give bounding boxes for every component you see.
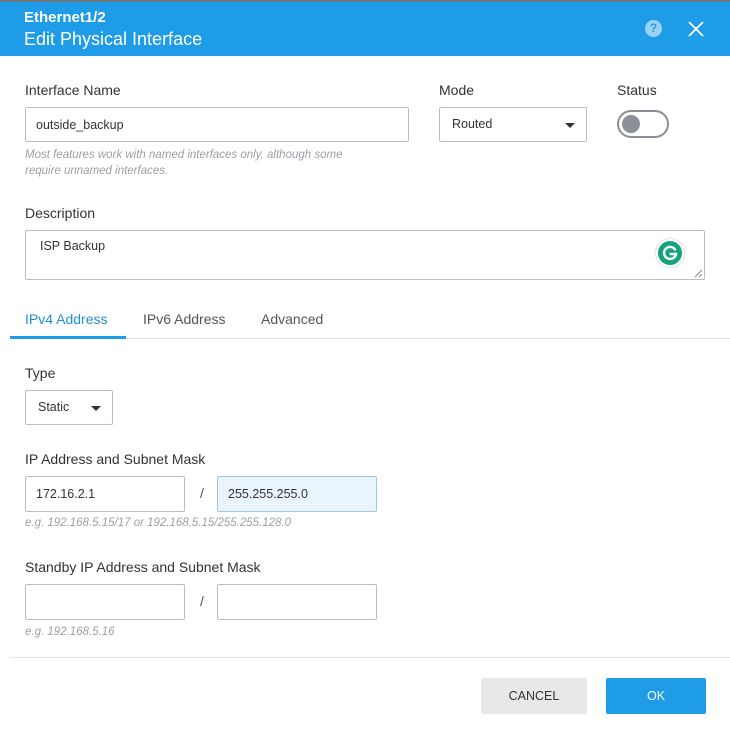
ok-button[interactable]: OK	[606, 678, 706, 714]
footer-divider	[10, 657, 730, 658]
subnet-mask-input[interactable]	[217, 476, 377, 512]
description-value: ISP Backup	[40, 239, 106, 253]
interface-name-hint-line1: Most features work with named interfaces…	[25, 149, 343, 161]
top-strip	[0, 0, 730, 2]
interface-name-hint-line2: require unnamed interfaces.	[25, 165, 169, 177]
interface-name-label: Interface Name	[25, 82, 121, 98]
chevron-down-icon	[565, 122, 575, 128]
close-icon[interactable]	[686, 19, 706, 39]
cancel-button[interactable]: CANCEL	[481, 678, 587, 714]
type-select[interactable]: Static	[25, 390, 113, 425]
standby-ip-hint: e.g. 192.168.5.16	[25, 626, 115, 638]
toggle-knob	[622, 115, 640, 133]
tab-advanced[interactable]: Advanced	[261, 311, 323, 327]
dialog-header: Ethernet1/2 Edit Physical Interface ?	[0, 0, 730, 56]
standby-separator: /	[200, 593, 204, 609]
tab-ipv6-address[interactable]: IPv6 Address	[143, 311, 226, 327]
ip-address-label: IP Address and Subnet Mask	[25, 451, 206, 467]
standby-mask-input[interactable]	[217, 584, 377, 620]
description-textarea[interactable]: ISP Backup	[25, 230, 705, 280]
tab-ipv4-address[interactable]: IPv4 Address	[25, 311, 108, 327]
description-label: Description	[25, 205, 96, 221]
standby-ip-label: Standby IP Address and Subnet Mask	[25, 559, 261, 575]
status-toggle[interactable]	[617, 110, 669, 138]
mode-label: Mode	[439, 82, 475, 98]
mode-select[interactable]: Routed	[439, 107, 587, 142]
dialog-title: Edit Physical Interface	[24, 29, 203, 49]
ip-address-input[interactable]	[25, 476, 185, 512]
active-tab-indicator	[10, 336, 126, 339]
standby-ip-input[interactable]	[25, 584, 185, 620]
ip-mask-separator: /	[200, 485, 204, 501]
address-tabs: IPv4 Address IPv6 Address Advanced	[10, 300, 730, 339]
type-selected-value: Static	[38, 400, 70, 414]
type-label: Type	[25, 365, 56, 381]
status-label: Status	[617, 82, 657, 98]
mode-selected-value: Routed	[452, 117, 493, 131]
chevron-down-icon	[91, 405, 101, 411]
ip-address-hint: e.g. 192.168.5.15/17 or 192.168.5.15/255…	[25, 517, 292, 529]
resize-grip-icon[interactable]	[693, 268, 703, 278]
grammarly-icon[interactable]	[656, 239, 684, 267]
question-circle-icon[interactable]: ?	[645, 20, 662, 37]
interface-name-input[interactable]	[25, 107, 409, 142]
interface-id: Ethernet1/2	[24, 9, 106, 26]
